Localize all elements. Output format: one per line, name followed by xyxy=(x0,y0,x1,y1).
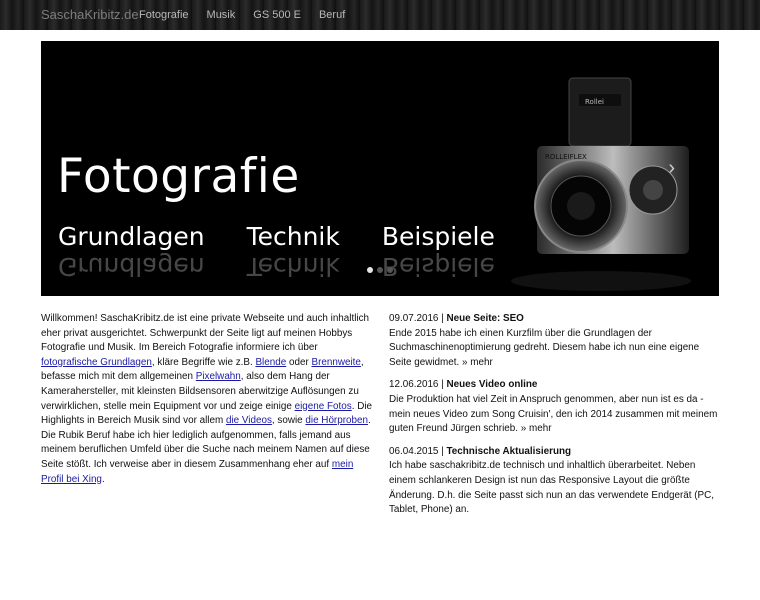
slider-dot-1[interactable] xyxy=(367,267,373,273)
reflection-technik: Technik xyxy=(246,252,340,281)
news-item: 12.06.2016 | Neues Video online Die Prod… xyxy=(389,378,721,436)
news-heading: 12.06.2016 | Neues Video online xyxy=(389,378,721,393)
news-text: Ende 2015 habe ich einen Kurzfilm über d… xyxy=(389,327,700,368)
intro-text-9: . xyxy=(101,473,105,485)
news-date: 12.06.2016 | xyxy=(389,379,447,391)
camera-label: Rollei xyxy=(585,98,604,106)
reflection-beispiele: Beispiele xyxy=(381,252,495,281)
nav-item-gs500e[interactable]: GS 500 E xyxy=(253,9,301,21)
topic-grundlagen: Grundlagen xyxy=(58,222,205,251)
nav-item-fotografie[interactable]: Fotografie xyxy=(139,9,189,21)
news-more-link[interactable]: » mehr xyxy=(521,423,552,434)
link-blende[interactable]: Blende xyxy=(255,357,286,368)
slide-title: Fotografie xyxy=(57,149,300,204)
intro-text: Willkommen! SaschaKribitz.de ist eine pr… xyxy=(41,312,372,487)
news-more-link[interactable]: » mehr xyxy=(462,357,493,368)
link-die-hoerproben[interactable]: die Hörproben xyxy=(305,415,368,426)
news-text: Die Produktion hat viel Zeit in Anspruch… xyxy=(389,393,718,435)
news-list: 09.07.2016 | Neue Seite: SEO Ende 2015 h… xyxy=(389,312,721,526)
link-die-videos[interactable]: die Videos xyxy=(226,415,272,426)
news-date: 06.04.2015 | xyxy=(389,445,447,457)
intro-text-1: Willkommen! SaschaKribitz.de ist eine pr… xyxy=(41,313,370,354)
news-title: Technische Aktualisierung xyxy=(446,445,572,457)
link-pixelwahn[interactable]: Pixelwahn xyxy=(196,371,241,382)
main-nav: Fotografie Musik GS 500 E Beruf xyxy=(139,9,363,21)
slide-topics: Grundlagen Technik Beispiele xyxy=(58,222,537,251)
slider-dot-2[interactable] xyxy=(377,267,383,273)
link-fotografische-grundlagen[interactable]: fotografische Grundlagen xyxy=(41,357,152,368)
intro-text-3: oder xyxy=(286,356,312,368)
top-navbar: SaschaKribitz.de Fotografie Musik GS 500… xyxy=(0,0,760,30)
topics-reflection: Grundlagen Technik Beispiele xyxy=(58,252,537,281)
news-item: 06.04.2015 | Technische Aktualisierung I… xyxy=(389,445,721,518)
news-text: Ich habe saschakribitz.de technisch und … xyxy=(389,460,714,516)
news-heading: 06.04.2015 | Technische Aktualisierung xyxy=(389,445,721,460)
reflection-grundlagen: Grundlagen xyxy=(58,252,205,281)
slider-next-arrow-icon[interactable]: › xyxy=(668,157,675,180)
news-item: 09.07.2016 | Neue Seite: SEO Ende 2015 h… xyxy=(389,312,721,370)
intro-text-7: , sowie xyxy=(271,415,306,427)
hero-slider[interactable]: Rollei ROLLEIFLEX Fotografie Grundlagen … xyxy=(41,41,719,296)
intro-text-2: , kläre Begriffe wie z.B. xyxy=(151,356,256,368)
topic-beispiele: Beispiele xyxy=(381,222,495,251)
site-brand-link[interactable]: SaschaKribitz.de xyxy=(41,7,139,22)
nav-item-musik[interactable]: Musik xyxy=(207,9,236,21)
topic-technik: Technik xyxy=(246,222,340,251)
news-date: 09.07.2016 | xyxy=(389,313,447,324)
link-eigene-fotos[interactable]: eigene Fotos xyxy=(295,401,352,412)
news-heading: 09.07.2016 | Neue Seite: SEO xyxy=(389,312,721,327)
news-title: Neues Video online xyxy=(446,379,538,391)
slider-pagination xyxy=(367,267,397,273)
link-brennweite[interactable]: Brennweite xyxy=(311,357,360,368)
news-title: Neue Seite: SEO xyxy=(446,313,524,324)
slider-dot-3[interactable] xyxy=(387,267,393,273)
nav-item-beruf[interactable]: Beruf xyxy=(319,9,345,21)
